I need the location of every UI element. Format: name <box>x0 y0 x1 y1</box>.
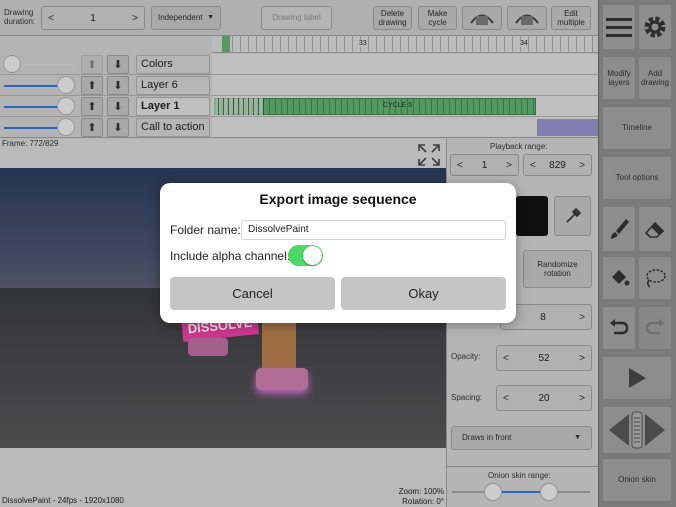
toggle-thumb <box>303 246 322 265</box>
alpha-channel-label: Include alpha channel: <box>170 249 291 263</box>
folder-name-input[interactable]: DissolvePaint <box>241 220 506 240</box>
export-dialog: Export image sequence Folder name: Disso… <box>160 183 516 323</box>
okay-button[interactable]: Okay <box>341 277 506 310</box>
alpha-channel-toggle[interactable] <box>288 245 323 266</box>
folder-name-value: DissolvePaint <box>248 224 309 235</box>
cancel-button[interactable]: Cancel <box>170 277 335 310</box>
folder-name-label: Folder name: <box>170 223 241 237</box>
dialog-title: Export image sequence <box>259 191 417 207</box>
